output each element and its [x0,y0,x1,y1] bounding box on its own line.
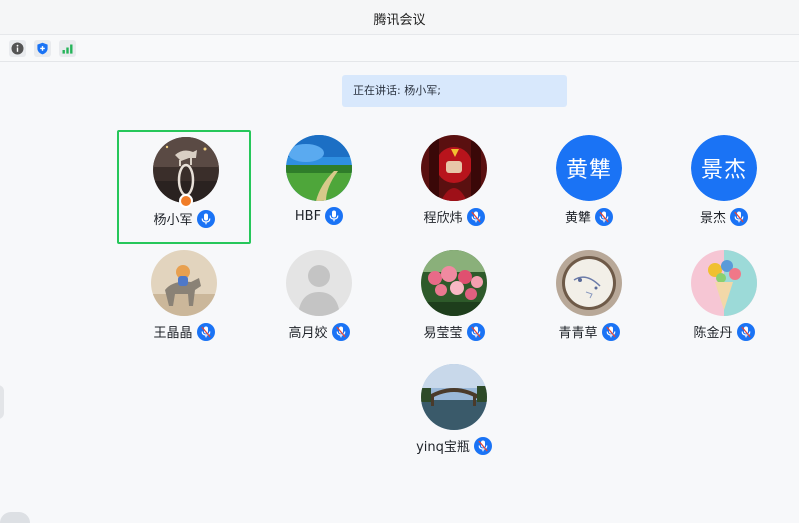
participant-tile-hbf[interactable]: HBF [252,130,386,244]
avatar-initials: 景杰 [691,135,757,201]
participant-name: 杨小军 [153,213,193,228]
avatar [151,250,217,316]
side-panel-handle[interactable] [0,385,4,419]
mic-on-icon[interactable] [325,207,344,225]
mic-muted-icon[interactable] [473,436,492,455]
mic-muted-icon[interactable] [601,322,620,341]
participant-name: 程欣炜 [423,211,463,226]
mic-muted-icon[interactable] [331,322,350,341]
network-signal-icon[interactable] [59,40,76,57]
mic-on-icon[interactable] [196,209,215,228]
avatar-initials: 黄犨 [556,135,622,201]
title-bar: 腾讯会议 [0,0,799,35]
corner-floating-handle[interactable] [0,512,30,523]
avatar [691,250,757,316]
avatar [556,250,622,316]
window-title: 腾讯会议 [373,13,426,28]
participant-tile-chenjindan[interactable]: 陈金丹 [657,246,791,360]
participant-name: HBF [294,208,322,224]
avatar [421,250,487,316]
participant-tile-yangxiaojun[interactable]: 杨小军 [117,130,251,244]
participant-name: 王晶晶 [153,326,193,341]
participant-tile-qingqingcao[interactable]: 青青草 [522,246,656,360]
participant-tile-jingjie[interactable]: 景杰 景杰 [657,130,791,244]
mic-muted-icon[interactable] [736,322,755,341]
mic-muted-icon[interactable] [730,207,748,226]
host-badge-icon [179,194,193,208]
security-shield-icon[interactable] [34,40,51,57]
mic-muted-icon[interactable] [466,322,485,341]
participant-name: 景杰 [699,211,726,226]
participant-tile-gaoyuejiao[interactable]: 高月姣 [252,246,386,360]
avatar [421,364,487,430]
avatar: 黄犨 [556,135,622,201]
avatar [421,135,487,201]
participant-name: 青青草 [558,326,598,341]
avatar [286,250,352,316]
participant-name: yinq宝瓶 [416,440,470,455]
participant-name: 黄犨 [564,211,591,226]
participant-name: 高月姣 [288,326,328,341]
participant-name: 易莹莹 [423,326,463,341]
speaking-indicator: 正在讲话: 杨小军; [342,75,567,107]
top-toolbar [0,35,799,62]
participant-tile-yiyingying[interactable]: 易莹莹 [387,246,521,360]
participant-name: 陈金丹 [693,326,733,341]
mic-muted-icon[interactable] [595,207,613,226]
participant-tile-wangjingjing[interactable]: 王晶晶 [117,246,251,360]
avatar: 景杰 [691,135,757,201]
participant-tile-huangjun[interactable]: 黄犨 黄犨 [522,130,656,244]
info-icon[interactable] [9,40,26,57]
participant-tile-chengxinwei[interactable]: 程欣炜 [387,130,521,244]
avatar [286,135,352,201]
mic-muted-icon[interactable] [466,207,485,226]
mic-muted-icon[interactable] [196,322,215,341]
participant-tile-yinqbaoping[interactable]: yinq宝瓶 [387,360,521,474]
